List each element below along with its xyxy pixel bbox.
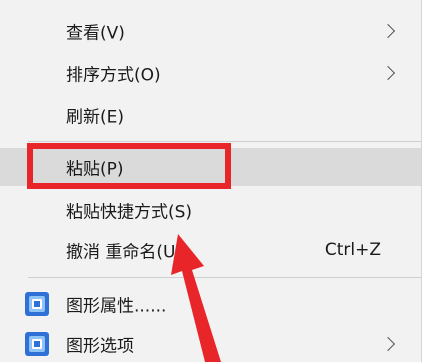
chevron-right-icon xyxy=(380,23,396,39)
menu-separator xyxy=(28,277,421,278)
menu-item-sort-by-label: 排序方式(O) xyxy=(66,65,161,86)
menu-item-refresh[interactable]: 刷新(E) xyxy=(0,96,421,134)
chevron-right-icon xyxy=(380,336,396,352)
graphics-app-icon xyxy=(25,292,49,316)
menu-item-undo-rename-label: 撤消 重命名(U) xyxy=(66,242,183,263)
menu-item-refresh-label: 刷新(E) xyxy=(66,107,125,128)
menu-item-paste-shortcut[interactable]: 粘贴快捷方式(S) xyxy=(0,191,421,229)
menu-item-graphics-options[interactable]: 图形选项 xyxy=(0,325,421,363)
menu-item-graphics-properties[interactable]: 图形属性...... xyxy=(0,285,421,323)
context-menu: 查看(V) 排序方式(O) 刷新(E) 粘贴(P) 粘贴快捷方式(S) 撤消 重… xyxy=(0,0,422,362)
menu-item-graphics-properties-label: 图形属性...... xyxy=(66,296,167,317)
menu-item-paste[interactable]: 粘贴(P) xyxy=(0,148,421,186)
chevron-right-icon xyxy=(380,65,396,81)
menu-item-sort-by[interactable]: 排序方式(O) xyxy=(0,54,421,92)
graphics-app-icon xyxy=(25,332,49,356)
menu-item-undo-shortcut: Ctrl+Z xyxy=(324,240,381,260)
menu-item-undo-rename[interactable]: 撤消 重命名(U) Ctrl+Z xyxy=(0,231,421,269)
menu-item-graphics-options-label: 图形选项 xyxy=(66,336,134,357)
menu-item-view[interactable]: 查看(V) xyxy=(0,12,421,50)
menu-item-paste-shortcut-label: 粘贴快捷方式(S) xyxy=(66,202,193,223)
menu-item-paste-label: 粘贴(P) xyxy=(66,159,124,180)
menu-item-view-label: 查看(V) xyxy=(66,23,125,44)
menu-separator xyxy=(28,141,421,142)
